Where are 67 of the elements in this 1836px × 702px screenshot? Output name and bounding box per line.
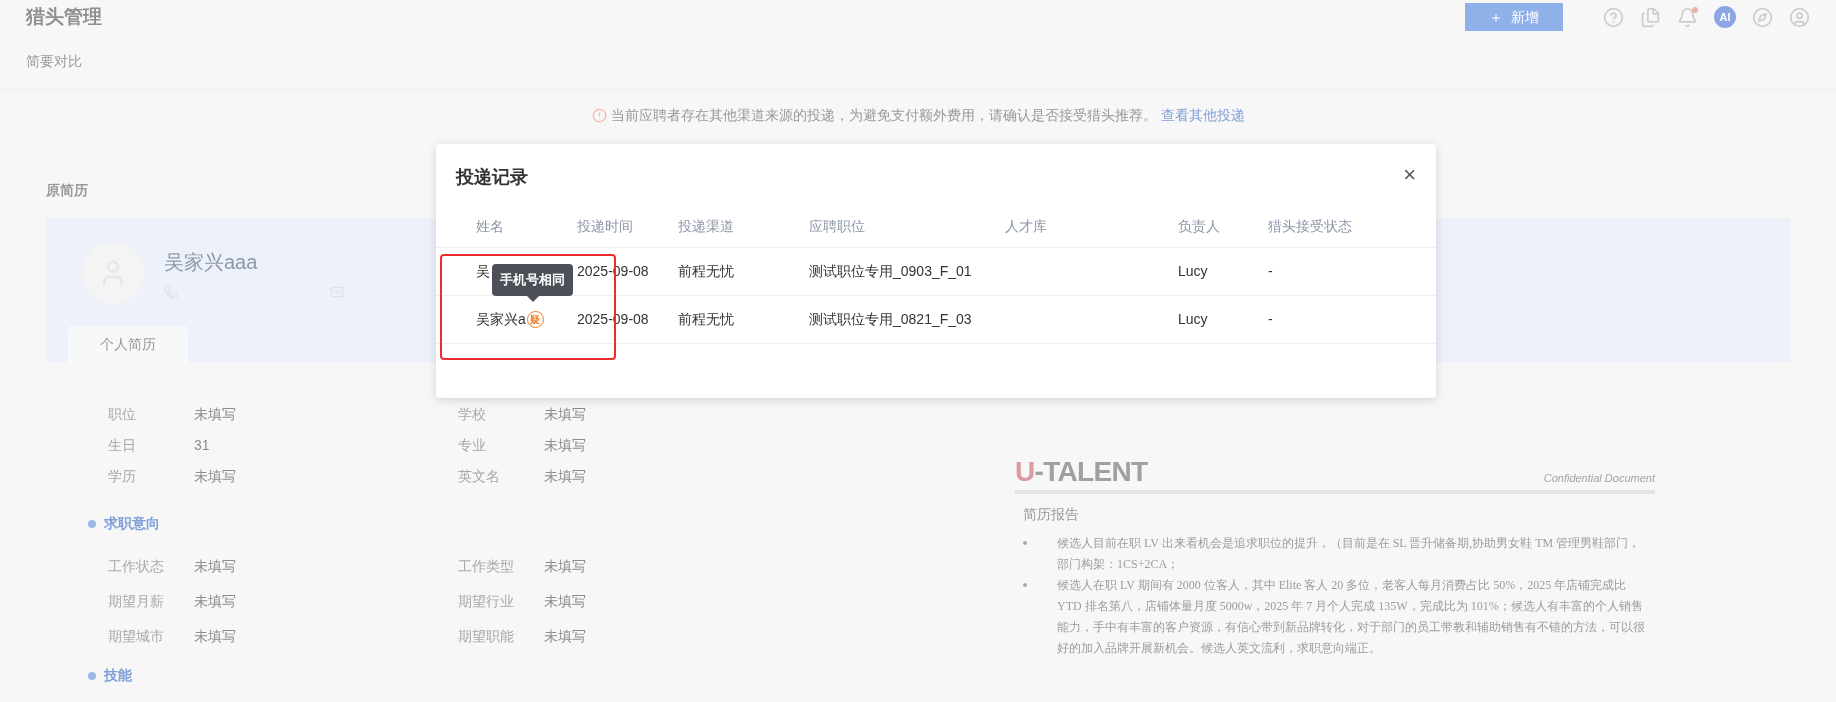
- page-title: 猎头管理: [26, 4, 102, 29]
- field-value: 未填写: [544, 627, 586, 646]
- table-cell: 测试职位专用_0903_F_01: [809, 263, 972, 279]
- field-value: 未填写: [544, 557, 586, 576]
- add-button[interactable]: ＋ 新增: [1465, 3, 1563, 31]
- warning-icon: [591, 107, 607, 123]
- brand-logo: U-TALENT: [1015, 458, 1148, 486]
- field-value: 未填写: [194, 467, 236, 486]
- close-button[interactable]: ×: [1403, 164, 1416, 186]
- table-cell: 前程无忧: [678, 311, 734, 327]
- tooltip-pointer-icon: [527, 296, 539, 302]
- table-cell: 前程无忧: [678, 263, 734, 279]
- field-value: 未填写: [544, 405, 586, 424]
- column-header: 应聘职位: [809, 217, 865, 234]
- field-label: 工作状态: [108, 557, 165, 576]
- ai-avatar[interactable]: AI: [1714, 6, 1736, 28]
- confidential-label: Confidential Document: [1543, 470, 1655, 486]
- notice-link[interactable]: 查看其他投递: [1160, 104, 1245, 126]
- documents-icon[interactable]: [1640, 6, 1661, 28]
- table-cell: 测试职位专用_0821_F_03: [809, 311, 972, 327]
- field-value: 31: [194, 436, 210, 455]
- field-label: 职位: [108, 405, 137, 424]
- field-label: 英文名: [458, 467, 501, 486]
- field-label: 专业: [458, 436, 487, 455]
- user-icon[interactable]: [1789, 6, 1810, 28]
- column-header: 投递时间: [577, 217, 633, 234]
- section-title: 求职意向: [104, 514, 160, 533]
- table-cell-text: 吴家兴a: [476, 310, 526, 329]
- column-header: 负责人: [1178, 217, 1220, 234]
- field-label: 期望职能: [458, 627, 515, 646]
- field-value: 未填写: [194, 405, 236, 424]
- table-cell: Lucy: [1178, 311, 1208, 327]
- column-header: 猎头接受状态: [1268, 217, 1352, 234]
- notification-icon[interactable]: [1677, 6, 1698, 28]
- field-label: 生日: [108, 436, 137, 455]
- field-value: 未填写: [194, 592, 236, 611]
- report-paragraph: 候选人在职 LV 期间有 2000 位客人，其中 Elite 客人 20 多位，老客人每月消费占比 50%，2025 年店铺完成比 YTD 排名第八，店铺体量月度 5000w，2025 年 7 月个人完成 135W，完成比为 101%；候选人有丰富的个人销售能力，手中有丰富的客户资源，有信心带到新品牌转化，对于部门的员工带教和辅助销售有不错的方法，可以很好的加入品牌开展新机会。候选人英文流利，求职意向端正。: [1057, 577, 1645, 657]
- column-header: 人才库: [1005, 217, 1047, 234]
- field-label: 期望城市: [108, 627, 165, 646]
- field-label: 工作类型: [458, 557, 515, 576]
- table-cell-text: 吴: [476, 262, 490, 281]
- field-value: 未填写: [544, 467, 586, 486]
- field-label: 学校: [458, 405, 487, 424]
- table-cell: -: [1268, 263, 1273, 279]
- field-value: 未填写: [194, 557, 236, 576]
- table-cell: -: [1268, 311, 1273, 327]
- field-label: 期望行业: [458, 592, 515, 611]
- section-title: 技能: [104, 666, 132, 685]
- report-title: 简历报告: [1022, 505, 1080, 524]
- field-value: 未填写: [194, 627, 236, 646]
- field-value: 未填写: [544, 436, 586, 455]
- candidate-name: 吴家兴aaa: [164, 250, 259, 275]
- help-icon[interactable]: [1603, 6, 1624, 28]
- column-header: 姓名: [476, 217, 504, 234]
- tooltip: 手机号相同: [492, 264, 573, 296]
- compass-icon[interactable]: [1752, 6, 1773, 28]
- notice-text: 当前应聘者存在其他渠道来源的投递，为避免支付额外费用，请确认是否接受猎头推荐。: [610, 105, 1157, 125]
- section-title: 原简历: [46, 182, 88, 198]
- column-header: 投递渠道: [678, 217, 734, 234]
- dialog-title: 投递记录: [456, 165, 528, 189]
- subnav-tab[interactable]: 简要对比: [26, 51, 82, 72]
- field-value: 未填写: [544, 592, 586, 611]
- report-paragraph: 候选人目前在职 LV 出来看机会是追求职位的提升，（目前是在 SL 晋升储备期,协助男女鞋 TM 管理男鞋部门，部门构架：1CS+2CA；: [1057, 535, 1642, 573]
- table-cell: Lucy: [1178, 263, 1208, 279]
- field-label: 学历: [108, 467, 137, 486]
- resume-tab[interactable]: 个人简历: [68, 326, 188, 362]
- field-label: 期望月薪: [108, 592, 165, 611]
